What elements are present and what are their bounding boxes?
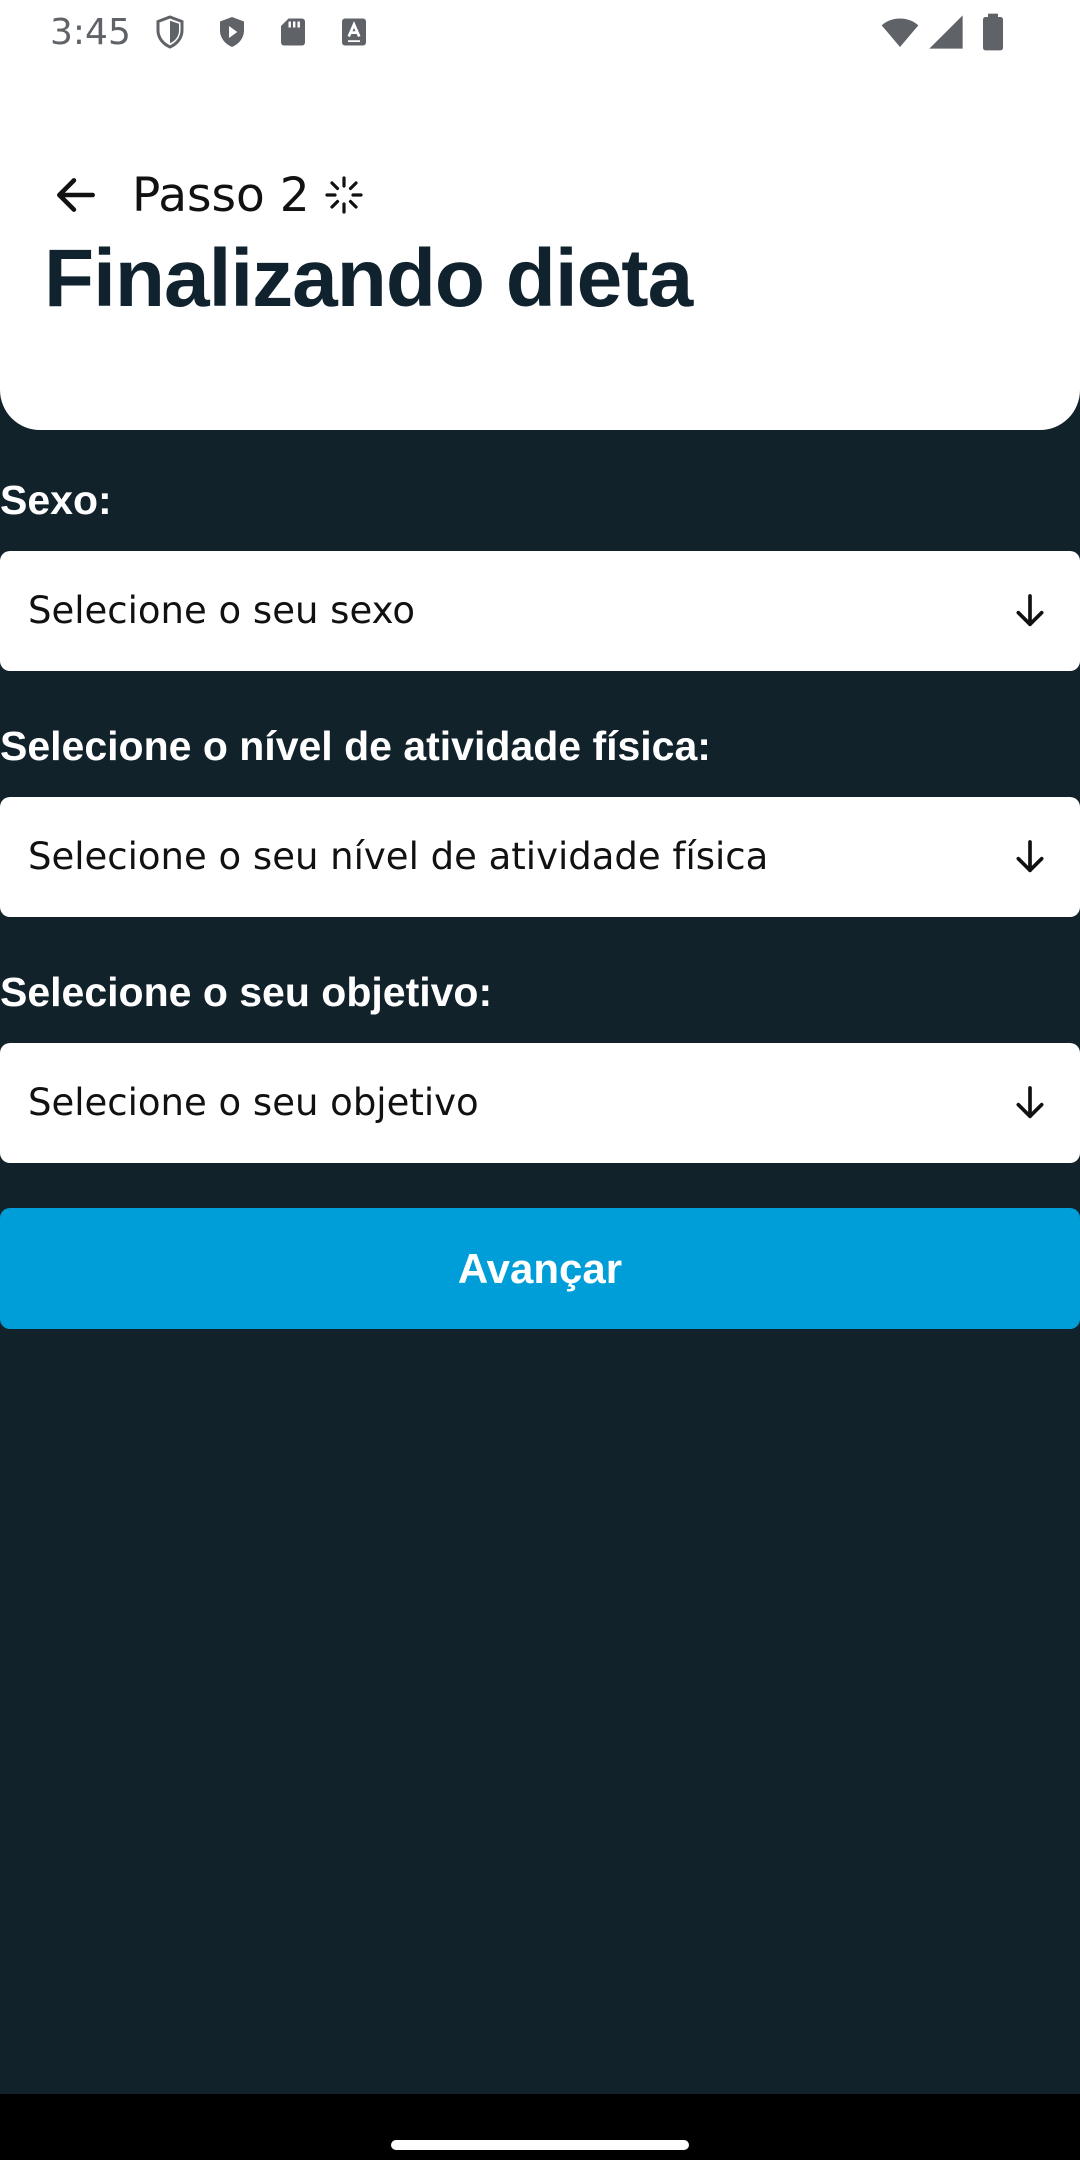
arrow-down-icon [1016, 840, 1044, 873]
arrow-down-icon [1016, 1086, 1044, 1119]
page-title: Finalizando dieta [44, 233, 693, 324]
system-nav-bar [0, 2094, 1080, 2160]
activity-level-select[interactable]: Selecione o seu nível de atividade físic… [0, 797, 1080, 917]
activity-level-select-placeholder: Selecione o seu nível de atividade físic… [28, 835, 769, 878]
sex-label: Sexo: [0, 477, 112, 523]
shield-play-icon [220, 17, 244, 47]
back-button[interactable] [46, 165, 106, 225]
sex-select[interactable]: Selecione o seu sexo [0, 551, 1080, 671]
arrow-back-icon [57, 178, 95, 212]
step-header: Passo 2 [46, 160, 364, 230]
goal-label: Selecione o seu objetivo: [0, 969, 493, 1015]
advance-button[interactable]: Avançar [0, 1208, 1080, 1329]
status-bar: 3:45 [0, 0, 1080, 66]
status-time: 3:45 [50, 12, 131, 53]
wifi-icon [881, 18, 919, 47]
sex-select-placeholder: Selecione o seu sexo [28, 589, 415, 632]
sd-card-icon [281, 18, 305, 46]
step-label: Passo 2 [132, 167, 310, 223]
battery-icon [983, 13, 1003, 51]
loading-spinner-icon [325, 176, 363, 214]
activity-level-label: Selecione o nível de atividade física: [0, 723, 711, 769]
home-indicator[interactable] [391, 2140, 689, 2150]
goal-select[interactable]: Selecione o seu objetivo [0, 1043, 1080, 1163]
text-a-icon [342, 18, 366, 46]
signal-icon [929, 15, 963, 49]
shield-outline-icon [156, 15, 184, 49]
goal-select-placeholder: Selecione o seu objetivo [28, 1081, 479, 1124]
arrow-down-icon [1016, 594, 1044, 627]
